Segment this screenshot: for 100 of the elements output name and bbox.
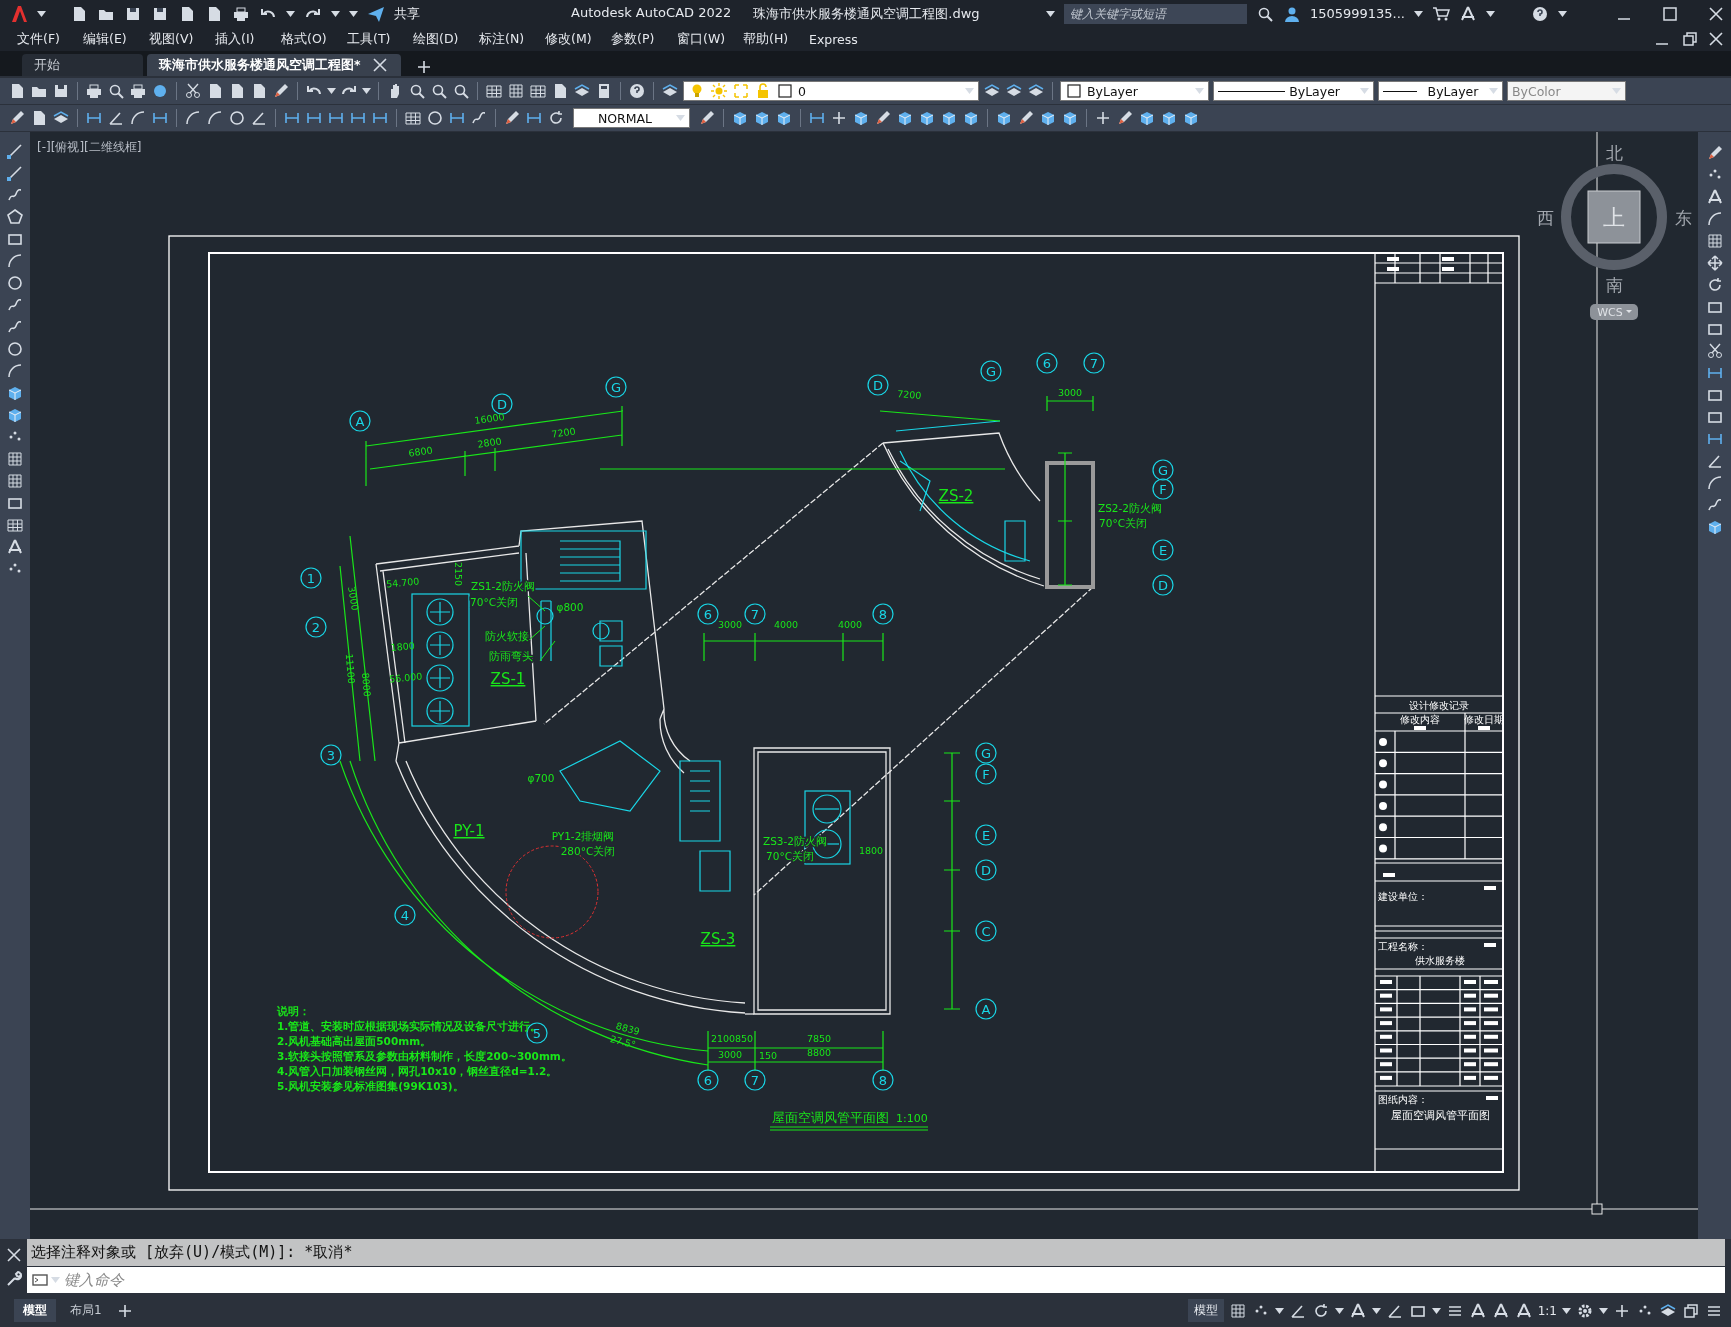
search-field[interactable]: 键入关键字或短语 (1063, 3, 1247, 24)
magnifier-icon[interactable] (430, 82, 448, 100)
caret-icon[interactable] (1334, 1307, 1344, 1314)
move-icon[interactable] (1705, 254, 1724, 272)
dimension-style-dropdown[interactable]: NORMAL (573, 108, 690, 128)
caret-icon[interactable] (1045, 10, 1055, 17)
arc-icon[interactable] (6, 362, 24, 380)
arc-icon[interactable] (184, 109, 202, 127)
pencil-icon[interactable] (698, 109, 716, 127)
table-icon[interactable] (485, 82, 503, 100)
restore-icon[interactable] (1681, 30, 1699, 48)
menu-item[interactable]: 插入(I) (215, 30, 281, 48)
viewport-controls[interactable]: [-][俯视][二维线框] (37, 140, 142, 154)
menu-item[interactable]: 标注(N) (479, 30, 545, 48)
circle-icon[interactable] (228, 109, 246, 127)
circle-icon[interactable] (6, 340, 24, 358)
file-tab[interactable]: 珠海市供水服务楼通风空调工程图* (147, 54, 401, 76)
grid-icon[interactable] (1228, 1301, 1247, 1320)
caret-icon[interactable] (327, 88, 336, 94)
help-icon[interactable] (1531, 4, 1549, 23)
cube-icon[interactable] (753, 109, 771, 127)
lineweight-dropdown[interactable]: ByLayer (1378, 81, 1503, 101)
close-icon[interactable] (370, 56, 389, 74)
menu-item[interactable]: 修改(M) (545, 30, 611, 48)
arc-icon[interactable] (6, 252, 24, 270)
caret-icon[interactable] (1558, 10, 1567, 17)
caret-icon[interactable] (1486, 10, 1495, 17)
color-dropdown[interactable]: ByLayer (1060, 81, 1209, 101)
help-icon[interactable] (628, 82, 646, 100)
annotation-scale-button[interactable]: 1:1 (1537, 1303, 1557, 1318)
grid-icon[interactable] (6, 450, 24, 468)
menu-item[interactable]: 帮助(H) (743, 30, 809, 48)
model-space-button[interactable]: 模型 (1187, 1299, 1224, 1322)
plane-icon[interactable] (367, 4, 385, 23)
caret-icon[interactable] (37, 10, 46, 17)
menu-item[interactable]: 编辑(E) (83, 30, 149, 48)
close-icon[interactable] (1707, 4, 1725, 23)
cube-icon[interactable] (1138, 109, 1156, 127)
line-icon[interactable] (6, 142, 24, 160)
cube-icon[interactable] (1182, 109, 1200, 127)
cube-icon[interactable] (918, 109, 936, 127)
compass-ring[interactable] (1561, 164, 1667, 270)
circle-icon[interactable] (6, 274, 24, 292)
caret-icon[interactable] (1414, 10, 1423, 17)
menu-item[interactable]: 窗口(W) (677, 30, 743, 48)
caret-icon[interactable] (286, 10, 295, 17)
table-icon[interactable] (529, 82, 547, 100)
table-icon[interactable] (404, 109, 422, 127)
caret-icon[interactable] (1274, 1307, 1284, 1314)
cube-icon[interactable] (775, 109, 793, 127)
cube-icon[interactable] (6, 406, 24, 424)
caret-icon[interactable] (1431, 1307, 1441, 1314)
grid-icon[interactable] (507, 82, 525, 100)
pencil-icon[interactable] (874, 109, 892, 127)
printer-icon[interactable] (85, 82, 103, 100)
close-icon[interactable] (4, 1245, 23, 1264)
logo-icon[interactable] (10, 4, 28, 23)
menu-item[interactable]: 文件(F) (17, 30, 83, 48)
sphere-icon[interactable] (151, 82, 169, 100)
rotate-icon[interactable] (547, 109, 565, 127)
cube-icon[interactable] (731, 109, 749, 127)
arc-icon[interactable] (1705, 210, 1724, 228)
menu-item[interactable]: 参数(P) (611, 30, 677, 48)
menu-item[interactable]: 绘图(D) (413, 30, 479, 48)
user-name[interactable]: 1505999135... (1309, 6, 1405, 21)
menu-item[interactable]: Express (809, 31, 875, 47)
cart-icon[interactable] (1432, 4, 1450, 23)
magnifier-icon[interactable] (408, 82, 426, 100)
cube-icon[interactable] (6, 384, 24, 402)
cube-icon[interactable] (1039, 109, 1057, 127)
cube-icon[interactable] (1061, 109, 1079, 127)
maximize-icon[interactable] (1661, 4, 1679, 23)
pencil-icon[interactable] (503, 109, 521, 127)
grid-icon[interactable] (1705, 232, 1724, 250)
printer-icon[interactable] (232, 4, 250, 23)
caret-icon[interactable] (362, 88, 371, 94)
grid-icon[interactable] (6, 472, 24, 490)
layer-dropdown[interactable]: 0 (683, 81, 979, 101)
polygon-icon[interactable] (6, 208, 24, 226)
line-icon[interactable] (6, 164, 24, 182)
printer-icon[interactable] (129, 82, 147, 100)
cube-icon[interactable] (852, 109, 870, 127)
pencil-icon[interactable] (1116, 109, 1134, 127)
scissors-icon[interactable] (184, 82, 202, 100)
share-button[interactable]: 共享 (394, 4, 420, 23)
cube-icon[interactable] (995, 109, 1013, 127)
file-tab[interactable]: 开始 (22, 54, 143, 76)
scissors-icon[interactable] (1705, 342, 1724, 360)
restore-icon[interactable] (1682, 1301, 1700, 1320)
table-icon[interactable] (6, 516, 24, 534)
close-icon[interactable] (1707, 30, 1725, 48)
pencil-icon[interactable] (8, 109, 26, 127)
linetype-dropdown[interactable]: ByLayer (1213, 81, 1374, 101)
arc-icon[interactable] (129, 109, 147, 127)
menu-item[interactable]: 格式(O) (281, 30, 347, 48)
console-icon[interactable] (31, 1271, 49, 1289)
arc-icon[interactable] (1705, 474, 1724, 492)
menu-item[interactable]: 工具(T) (347, 30, 413, 48)
caret-icon[interactable] (1562, 1307, 1571, 1314)
plus-icon[interactable] (1094, 109, 1112, 127)
